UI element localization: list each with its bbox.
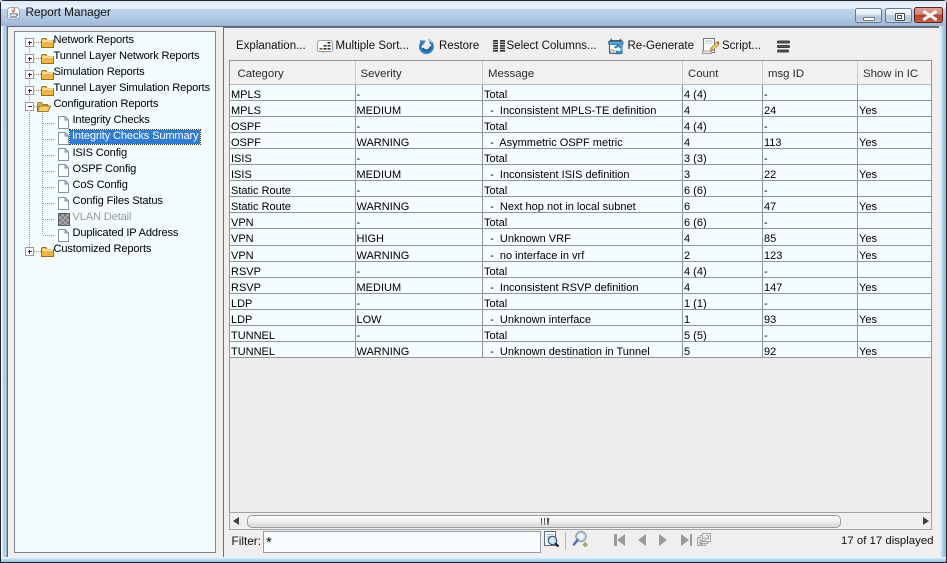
svg-text:3: 3: [706, 535, 710, 542]
